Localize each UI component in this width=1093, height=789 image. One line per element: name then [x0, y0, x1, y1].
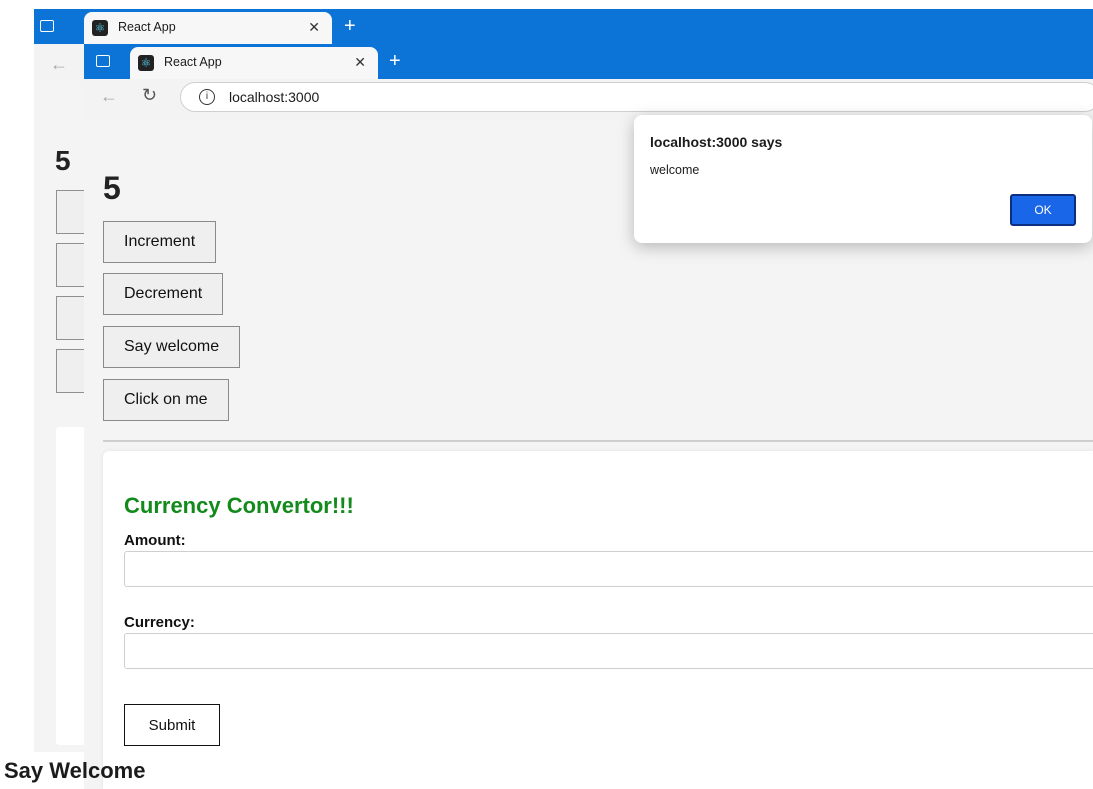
alert-title: localhost:3000 says	[650, 134, 783, 150]
alert-dialog: localhost:3000 says welcome OK	[634, 115, 1092, 243]
back-tab-title: React App	[118, 20, 176, 34]
info-icon[interactable]: i	[199, 89, 215, 105]
submit-button[interactable]: Submit	[124, 704, 220, 746]
url-text: localhost:3000	[229, 89, 320, 105]
front-tab-title: React App	[164, 55, 222, 69]
increment-button[interactable]: Increment	[103, 221, 217, 263]
alert-message: welcome	[650, 163, 700, 177]
react-logo-icon: ⚛	[138, 55, 154, 71]
say-welcome-button[interactable]: Say welcome	[103, 326, 241, 368]
currency-convertor-card: Currency Convertor!!! Amount: Currency: …	[103, 451, 1093, 789]
front-tab-bar: ⚛ React App ✕ +	[84, 44, 1093, 79]
react-logo-icon: ⚛	[92, 20, 108, 36]
front-tab-react-app[interactable]: ⚛ React App ✕	[130, 47, 378, 79]
address-bar[interactable]: i localhost:3000	[180, 82, 1093, 112]
new-tab-plus-icon[interactable]: +	[389, 51, 401, 71]
window-layout-icon[interactable]	[96, 55, 110, 67]
click-on-me-button[interactable]: Click on me	[103, 379, 229, 421]
horizontal-divider	[103, 440, 1093, 442]
caption-text: Say Welcome	[4, 758, 146, 783]
close-icon[interactable]: ✕	[308, 12, 320, 42]
close-icon[interactable]: ✕	[354, 47, 366, 77]
form-title: Currency Convertor!!!	[124, 493, 354, 518]
counter-value: 5	[103, 170, 121, 206]
alert-ok-button[interactable]: OK	[1010, 194, 1076, 226]
back-arrow-icon[interactable]: ←	[100, 86, 118, 107]
decrement-button[interactable]: Decrement	[103, 273, 224, 315]
amount-label: Amount:	[124, 532, 186, 549]
new-tab-plus-icon[interactable]: +	[344, 16, 356, 36]
window-layout-icon[interactable]	[40, 20, 54, 32]
currency-input[interactable]	[124, 633, 1093, 669]
back-counter-value: 5	[55, 145, 71, 176]
reload-icon[interactable]: ↻	[142, 85, 157, 106]
back-arrow-icon[interactable]: ←	[50, 54, 68, 75]
currency-label: Currency:	[124, 614, 195, 631]
back-tab-react-app[interactable]: ⚛ React App ✕	[84, 12, 332, 44]
back-tab-bar: ⚛ React App ✕ +	[34, 9, 1093, 44]
amount-input[interactable]	[124, 551, 1093, 587]
